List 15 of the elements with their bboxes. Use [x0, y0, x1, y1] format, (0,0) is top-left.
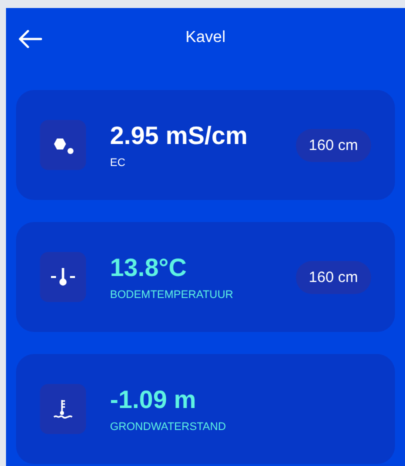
metric-label: GRONDWATERSTAND [110, 420, 227, 432]
water-level-icon [53, 398, 73, 420]
depth-badge: 160 cm [296, 128, 371, 162]
metric-value: 13.8°C [110, 254, 188, 282]
metric-value: 2.95 mS/cm [110, 122, 249, 150]
metric-card[interactable]: -1.09 m GRONDWATERSTAND [16, 354, 395, 464]
metric-label: EC [110, 156, 126, 168]
screen-title: Kavel [185, 29, 226, 47]
metric-label: BODEMTEMPERATUUR [110, 288, 234, 300]
thermometer-icon [50, 266, 76, 288]
metric-card[interactable]: 2.95 mS/cm EC 160 cm [16, 90, 395, 200]
metric-value: -1.09 m [110, 386, 198, 414]
metric-card[interactable]: 13.8°C BODEMTEMPERATUUR 160 cm [16, 222, 395, 332]
depth-badge: 160 cm [296, 260, 371, 294]
back-arrow-icon[interactable] [18, 30, 42, 48]
